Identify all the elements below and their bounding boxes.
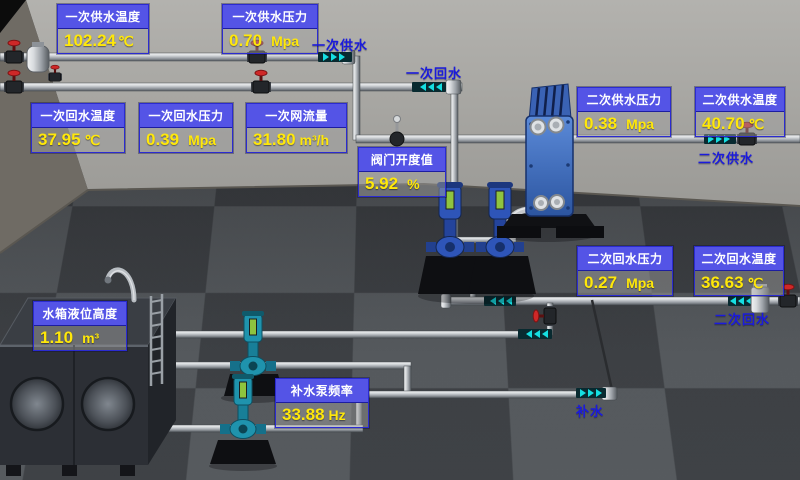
meter-value: 36.63 [701,273,744,293]
meter-unit: Mpa [626,275,654,291]
meter-label: 一次回水压力 [140,104,232,128]
meter-primary-flow: 一次网流量 31.80m³/h [246,103,347,153]
meter-value: 0.38 [584,114,617,134]
flow-arrows-primary-return [412,82,446,92]
meter-label: 二次回水压力 [578,247,672,271]
meter-value: 0.27 [584,273,617,293]
meter-secondary-return-temp: 二次回水温度 36.63℃ [694,246,784,296]
meter-value: 5.92 [365,174,398,194]
pipe-label-primary-return: 一次回水 [406,63,462,82]
meter-secondary-return-pressure: 二次回水压力 0.27 Mpa [577,246,673,296]
meter-unit: ℃ [748,275,764,292]
pipe-makeup-discharge [360,391,608,398]
meter-unit: % [407,176,419,192]
meter-primary-supply-pressure: 一次供水压力 0.70 Mpa [222,4,318,54]
flow-arrows-tank-return [518,329,552,339]
meter-unit: Hz [329,407,346,423]
meter-makeup-pump-freq: 补水泵频率 33.88Hz [275,378,369,428]
pipe-primary-supply-drop [353,56,360,140]
pipe-primary-supply [0,53,354,61]
tank-manhole [82,378,134,430]
meter-value: 102.24 [64,31,116,51]
meter-unit: Mpa [626,116,654,132]
meter-label: 阀门开度值 [359,148,445,172]
meter-label: 二次供水压力 [578,88,670,112]
makeup-pump-1[interactable] [230,311,276,376]
meter-primary-return-temp: 一次回水温度 37.95℃ [31,103,125,153]
meter-label: 一次供水压力 [223,5,317,29]
meter-value: 33.88 [282,405,325,425]
meter-value: 0.39 [146,130,179,150]
meter-valve-opening: 阀门开度值 5.92% [358,147,446,197]
valve-makeup-branch[interactable] [533,306,556,326]
meter-primary-return-pressure: 一次回水压力 0.39 Mpa [139,103,233,153]
meter-unit: ℃ [118,33,134,50]
pipe-label-makeup: 补水 [576,401,604,420]
plant-scene [0,0,800,480]
meter-tank-level: 水箱液位高度 1.10 m³ [33,301,127,351]
pipe-label-primary-supply: 一次供水 [312,35,368,54]
meter-unit: m³ [82,330,99,346]
meter-secondary-supply-temp: 二次供水温度 40.70℃ [695,87,785,137]
strainer-pot [27,42,49,72]
pipe-tank-return [150,331,552,338]
meter-label: 一次回水温度 [32,104,124,128]
meter-label: 一次供水温度 [58,5,148,29]
pipe-label-secondary-return: 二次回水 [714,309,770,328]
tank-manhole [11,378,63,430]
meter-label: 二次回水温度 [695,247,783,271]
meter-label: 水箱液位高度 [34,302,126,326]
meter-unit: m³/h [300,132,330,148]
meter-unit: ℃ [749,116,765,133]
meter-value: 0.70 [229,31,262,51]
meter-label: 补水泵频率 [276,379,368,403]
meter-value: 1.10 [40,328,73,348]
meter-value: 37.95 [38,130,81,150]
meter-secondary-supply-pressure: 二次供水压力 0.38 Mpa [577,87,671,137]
pipe-makeup-injection-riser [592,300,612,390]
meter-label: 二次供水温度 [696,88,784,112]
pipe-primary-return [0,83,462,91]
flow-arrows-secondary-return-right [728,296,754,306]
scada-screen: 一次供水温度 102.24℃ 一次供水压力 0.70Mpa 一次回水温度 37.… [0,0,800,480]
pipe-makeup-suction-upper [148,362,411,369]
pipe-label-secondary-supply: 二次供水 [698,148,754,167]
meter-unit: Mpa [188,132,216,148]
meter-label: 一次网流量 [247,104,346,128]
flow-arrows-makeup [576,388,606,398]
meter-primary-supply-temp: 一次供水温度 102.24℃ [57,4,149,54]
meter-value: 31.80 [253,130,296,150]
meter-unit: Mpa [271,33,299,49]
meter-unit: ℃ [85,132,101,149]
meter-value: 40.70 [702,114,745,134]
